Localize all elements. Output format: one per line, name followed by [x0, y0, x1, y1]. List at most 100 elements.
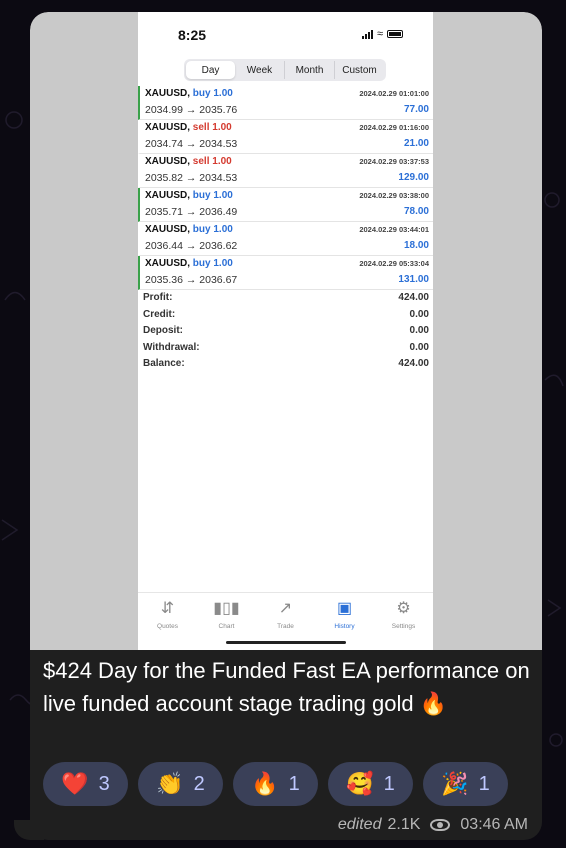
- tab-label: Chart: [218, 623, 235, 630]
- deal-profit: 18.00: [403, 240, 429, 251]
- deal-prices: 2036.44 → 2036.62: [145, 240, 238, 252]
- reaction-clap[interactable]: 👏 2: [138, 762, 223, 806]
- deal-side: buy: [192, 190, 211, 201]
- chart-icon: ▮▯▮: [213, 600, 240, 617]
- deal-datetime: 2024.02.29 05:33:04: [359, 259, 429, 268]
- status-bar: 8:25 ≈: [138, 12, 433, 56]
- deal-side: sell: [192, 122, 210, 133]
- account-summary: Profit: 424.00 Credit: 0.00 Deposit: 0.00 W…: [138, 292, 433, 375]
- summary-value: 424.00: [398, 358, 429, 369]
- deal-datetime: 2024.02.29 03:37:53: [359, 157, 429, 166]
- summary-row-profit: Profit: 424.00: [143, 292, 429, 309]
- deal-side: buy: [192, 258, 211, 269]
- view-count: 2.1K: [387, 816, 421, 833]
- summary-value: 424.00: [398, 292, 429, 303]
- status-time: 8:25: [178, 27, 207, 43]
- deal-symbol: XAUUSD,: [145, 258, 191, 269]
- tab-label: History: [334, 623, 355, 630]
- deal-datetime: 2024.02.29 03:38:00: [359, 191, 429, 200]
- summary-value: 0.00: [409, 341, 429, 353]
- tab-label: Trade: [277, 623, 294, 630]
- deal-side: sell: [192, 156, 210, 167]
- summary-value: 0.00: [409, 308, 429, 320]
- deal-symbol: XAUUSD,: [145, 88, 191, 99]
- segment-custom[interactable]: Custom: [335, 61, 384, 79]
- trade-icon: ↗: [278, 600, 293, 617]
- edited-label: edited: [337, 816, 382, 833]
- message-bubble: 8:25 ≈ Day Week Month Custom XAUUSD, buy…: [30, 12, 542, 840]
- deal-side: buy: [192, 88, 211, 99]
- deal-row[interactable]: XAUUSD, sell 1.00 2034.74 → 2034.53 2024…: [138, 120, 433, 154]
- deal-size: 1.00: [212, 156, 232, 167]
- deal-side: buy: [192, 224, 211, 235]
- deal-prices: 2035.36 → 2036.67: [145, 274, 238, 286]
- deal-profit: 21.00: [403, 138, 429, 149]
- bottom-tab-bar: ⇵ Quotes ▮▯▮ Chart ↗ Trade ▣ History ⚙ S…: [138, 592, 433, 650]
- deal-datetime: 2024.02.29 01:16:00: [359, 123, 429, 132]
- tab-label: Settings: [391, 623, 416, 630]
- signal-icon: [361, 29, 373, 39]
- summary-label: Balance:: [143, 358, 185, 369]
- deal-symbol: XAUUSD,: [145, 156, 191, 167]
- reaction-count: 1: [478, 772, 490, 795]
- reaction-fire[interactable]: 🔥 1: [233, 762, 318, 806]
- deal-profit: 129.00: [398, 172, 429, 183]
- smiling-hearts-icon: 🥰: [346, 771, 374, 796]
- eye-icon: [430, 819, 451, 831]
- deal-row[interactable]: XAUUSD, buy 1.00 2034.99 → 2035.76 2024.…: [138, 86, 433, 120]
- deal-symbol: XAUUSD,: [145, 190, 191, 201]
- deal-row[interactable]: XAUUSD, buy 1.00 2036.44 → 2036.62 2024.…: [138, 222, 433, 256]
- deal-symbol: XAUUSD,: [145, 122, 191, 133]
- deal-row[interactable]: XAUUSD, buy 1.00 2035.36 → 2036.67 2024.…: [138, 256, 433, 290]
- deal-prices: 2035.71 → 2036.49: [145, 206, 238, 218]
- deal-row[interactable]: XAUUSD, sell 1.00 2035.82 → 2034.53 2024…: [138, 154, 433, 188]
- status-icons: ≈: [361, 28, 403, 40]
- summary-label: Deposit:: [143, 325, 183, 336]
- phone-screen: 8:25 ≈ Day Week Month Custom XAUUSD, buy…: [138, 12, 433, 650]
- deal-size: 1.00: [212, 122, 232, 133]
- summary-label: Withdrawal:: [143, 341, 200, 353]
- deal-profit: 77.00: [403, 104, 429, 115]
- deal-size: 1.00: [213, 224, 233, 235]
- tab-quotes[interactable]: ⇵ Quotes: [138, 593, 197, 650]
- period-segmented-control: Day Week Month Custom: [184, 59, 386, 81]
- reaction-heart[interactable]: ❤️ 3: [43, 762, 128, 806]
- reactions-bar: ❤️ 3 👏 2 🔥 1 🥰 1 🎉 1: [43, 762, 508, 806]
- reaction-count: 3: [98, 772, 110, 795]
- wifi-icon: ≈: [376, 28, 383, 40]
- reaction-count: 1: [288, 772, 300, 795]
- reaction-count: 1: [383, 772, 395, 795]
- message-meta: edited 2.1K 03:46 AM: [338, 816, 528, 834]
- summary-value: 0.00: [409, 325, 429, 336]
- clap-icon: 👏: [156, 771, 184, 796]
- reaction-party[interactable]: 🎉 1: [423, 762, 508, 806]
- home-indicator: [226, 641, 346, 644]
- deal-prices: 2034.74 → 2034.53: [145, 138, 238, 150]
- message-time: 03:46 AM: [460, 816, 528, 833]
- segment-day[interactable]: Day: [186, 61, 235, 79]
- tab-label: Quotes: [157, 623, 178, 630]
- deal-datetime: 2024.02.29 03:44:01: [359, 225, 429, 234]
- deal-row[interactable]: XAUUSD, buy 1.00 2035.71 → 2036.49 2024.…: [138, 188, 433, 222]
- quotes-icon: ⇵: [160, 600, 175, 617]
- summary-row-withdrawal: Withdrawal: 0.00: [143, 342, 429, 359]
- reaction-count: 2: [193, 772, 205, 795]
- deal-symbol: XAUUSD,: [145, 224, 191, 235]
- deal-size: 1.00: [213, 88, 233, 99]
- history-icon: ▣: [336, 600, 353, 617]
- summary-row-credit: Credit: 0.00: [143, 309, 429, 326]
- heart-icon: ❤️: [61, 771, 89, 796]
- deal-prices: 2034.99 → 2035.76: [145, 104, 238, 116]
- deal-size: 1.00: [213, 190, 233, 201]
- deal-size: 1.00: [213, 258, 233, 269]
- reaction-smiling-hearts[interactable]: 🥰 1: [328, 762, 413, 806]
- segment-month[interactable]: Month: [285, 61, 335, 79]
- deals-list: XAUUSD, buy 1.00 2034.99 → 2035.76 2024.…: [138, 86, 433, 290]
- tab-settings[interactable]: ⚙ Settings: [374, 593, 433, 650]
- deal-profit: 78.00: [403, 206, 429, 217]
- summary-label: Credit:: [143, 308, 176, 320]
- settings-icon: ⚙: [396, 600, 411, 617]
- summary-row-deposit: Deposit: 0.00: [143, 325, 429, 342]
- segment-week[interactable]: Week: [235, 61, 285, 79]
- screenshot-photo[interactable]: 8:25 ≈ Day Week Month Custom XAUUSD, buy…: [30, 12, 542, 650]
